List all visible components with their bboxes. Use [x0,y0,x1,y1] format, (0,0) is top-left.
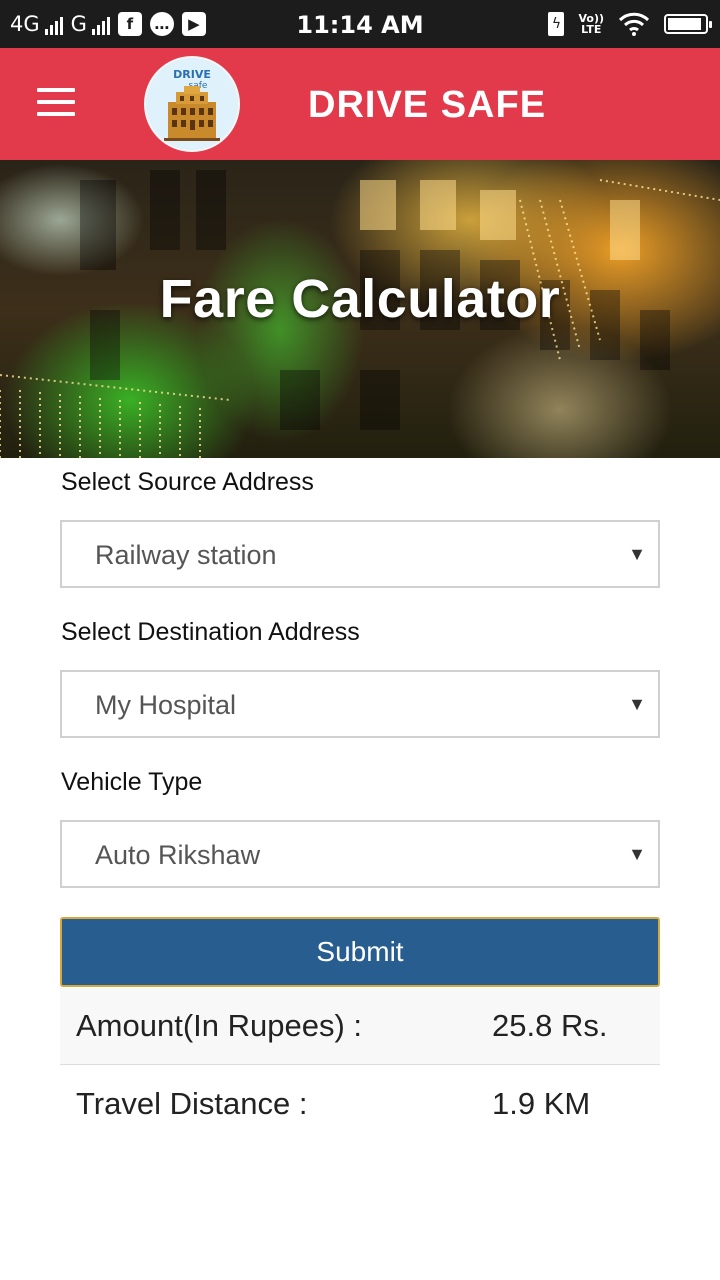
hero-banner: Fare Calculator [0,160,720,458]
palace-logo-icon: DRIVE safe [146,58,238,150]
amount-value: 25.8 Rs. [492,1008,608,1043]
volte-icon: Vo)) LTE [578,13,604,35]
battery-icon [664,14,712,34]
page-title: Fare Calculator [159,269,561,329]
menu-icon[interactable] [37,88,75,118]
dropdown-arrow-icon: ▼ [628,844,646,864]
app-bar: DRIVE safe DRIVE SAFE [0,48,720,160]
battery-fill [668,18,702,30]
source-label: Select Source Address [61,468,314,496]
result-row-amount: Amount(In Rupees) : 25.8 Rs. [60,988,660,1065]
app-title: DRIVE SAFE [308,84,547,126]
source-select[interactable]: Railway station ▼ [60,520,660,588]
vehicle-type-label: Vehicle Type [61,768,203,796]
battery-saver-icon: ϟ [548,12,565,36]
status-bar: 4G G f … ▶ 11:14 AM ϟ Vo)) LTE [0,0,720,48]
distance-value: 1.9 KM [492,1086,591,1121]
destination-select-value: My Hospital [95,690,237,720]
logo-text-drive: DRIVE [173,68,211,81]
destination-label: Select Destination Address [61,618,360,646]
volte-bottom-label: LTE [581,23,602,36]
submit-button[interactable]: Submit [60,917,660,987]
status-right: ϟ Vo)) LTE [548,0,712,48]
distance-label: Travel Distance : [76,1086,308,1121]
dropdown-arrow-icon: ▼ [628,544,646,564]
result-row-distance: Travel Distance : 1.9 KM [60,1066,660,1142]
dropdown-arrow-icon: ▼ [628,694,646,714]
vehicle-type-select[interactable]: Auto Rikshaw ▼ [60,820,660,888]
source-select-value: Railway station [95,540,277,570]
vehicle-type-select-value: Auto Rikshaw [95,840,261,870]
app-logo: DRIVE safe [144,56,240,152]
amount-label: Amount(In Rupees) : [76,1008,363,1043]
destination-select[interactable]: My Hospital ▼ [60,670,660,738]
wifi-icon [618,12,650,36]
